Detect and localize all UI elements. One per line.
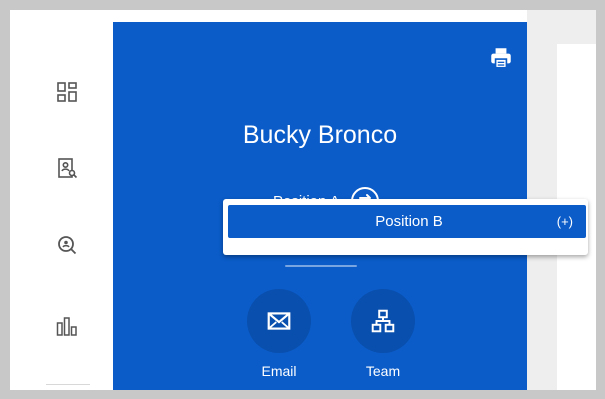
dashboard-grid-icon[interactable] xyxy=(54,79,80,105)
org-chart-icon xyxy=(371,309,395,333)
hidden-pill-button xyxy=(285,265,357,267)
app-frame: Bucky Bronco Position A Email xyxy=(10,10,596,390)
option-label: Position B xyxy=(375,213,443,230)
printer-icon xyxy=(491,48,511,69)
email-label: Email xyxy=(261,363,297,379)
left-sidebar xyxy=(10,10,113,390)
print-button[interactable] xyxy=(487,44,515,72)
sidebar-divider xyxy=(46,384,90,385)
team-button[interactable] xyxy=(351,289,415,353)
bar-chart-icon[interactable] xyxy=(54,313,80,339)
envelope-icon xyxy=(267,312,291,330)
email-button[interactable] xyxy=(247,289,311,353)
profile-search-icon[interactable] xyxy=(54,155,80,181)
search-person-icon[interactable] xyxy=(54,232,80,258)
team-label: Team xyxy=(365,363,401,379)
position-dropdown: Position B (+) xyxy=(223,199,588,255)
employee-name: Bucky Bronco xyxy=(242,121,398,149)
email-action[interactable]: Email xyxy=(239,289,319,379)
dropdown-option-position-b[interactable]: Position B (+) xyxy=(228,205,586,238)
team-action[interactable]: Team xyxy=(343,289,423,379)
option-add-badge[interactable]: (+) xyxy=(557,205,573,238)
